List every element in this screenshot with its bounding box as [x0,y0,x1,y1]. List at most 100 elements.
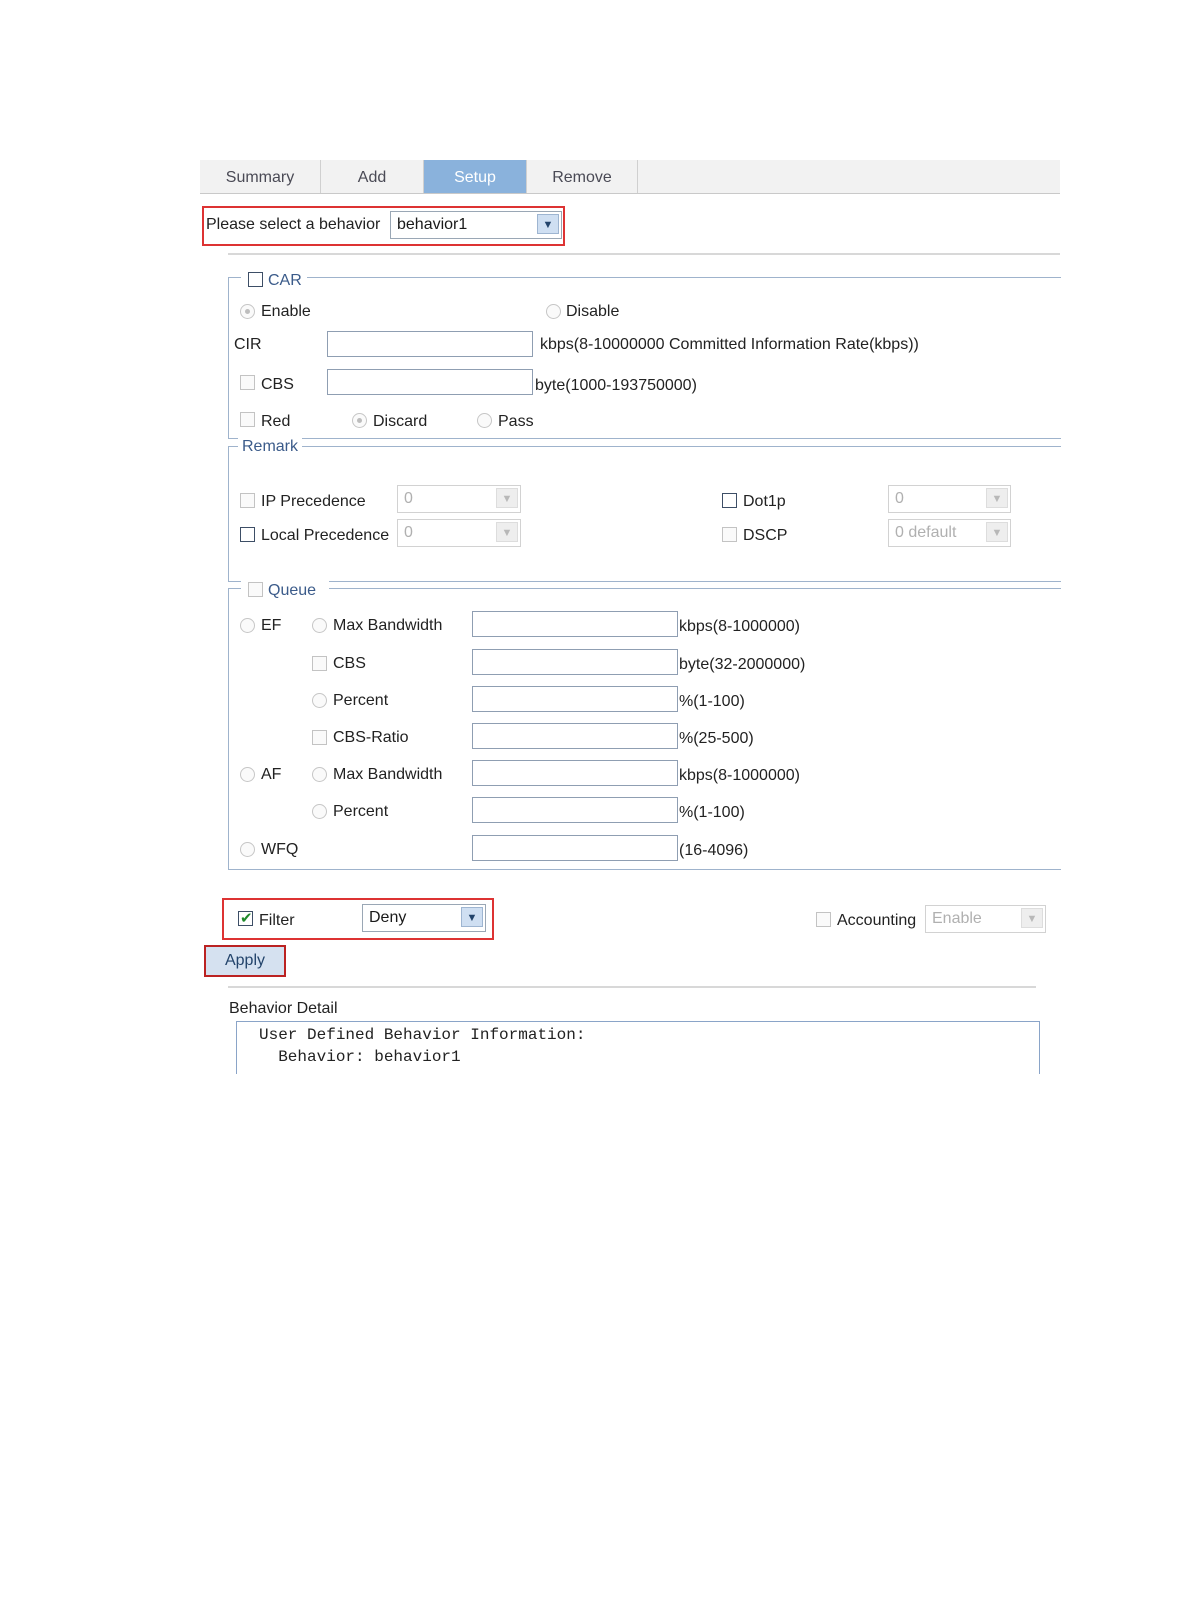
ef-cbs-ratio-checkbox[interactable] [312,730,327,745]
discard-radio[interactable] [352,413,367,428]
red-checkbox[interactable] [240,412,255,427]
dscp-select[interactable]: 0 default ▼ [888,519,1011,547]
local-precedence-select[interactable]: 0 ▼ [397,519,521,547]
apply-button[interactable]: Apply [204,945,286,977]
af-percent-hint: %(1-100) [679,804,745,821]
behavior-detail-line: Behavior: behavior1 [259,1048,461,1066]
queue-legend-label: Queue [268,582,317,599]
behavior-detail-line: User Defined Behavior Information: [259,1026,586,1044]
af-max-bandwidth-hint: kbps(8-1000000) [679,767,800,784]
ip-precedence-label: IP Precedence [261,493,366,510]
car-cbs-input[interactable] [327,369,533,395]
af-max-bandwidth-input[interactable] [472,760,678,786]
local-precedence-label: Local Precedence [261,527,390,544]
remark-legend: Remark [238,438,303,456]
ef-cbs-checkbox[interactable] [312,656,327,671]
filter-select[interactable]: Deny ▼ [362,904,486,932]
dot1p-select[interactable]: 0 ▼ [888,485,1011,513]
local-precedence-value: 0 [404,524,413,541]
chevron-down-icon[interactable]: ▼ [986,522,1008,542]
ef-cbs-ratio-hint: %(25-500) [679,730,754,747]
red-label: Red [261,413,291,430]
car-disable-label: Disable [566,303,620,320]
filter-value: Deny [369,909,407,926]
divider [228,253,1060,255]
ef-percent-radio[interactable] [312,693,327,708]
tab-summary[interactable]: Summary [200,160,321,193]
ef-label: EF [261,617,282,634]
car-disable-radio[interactable] [546,304,561,319]
dot1p-value: 0 [895,490,904,507]
filter-checkbox[interactable] [238,909,253,927]
wfq-radio[interactable] [240,842,255,857]
cir-hint: kbps(8-10000000 Committed Information Ra… [540,336,919,353]
ef-max-bandwidth-hint: kbps(8-1000000) [679,618,800,635]
accounting-value: Enable [932,910,982,927]
ef-max-bandwidth-radio[interactable] [312,618,327,633]
car-checkbox[interactable] [248,272,263,287]
behavior-select-value: behavior1 [397,216,468,233]
wfq-label: WFQ [261,841,299,858]
ef-cbs-input[interactable] [472,649,678,675]
af-percent-input[interactable] [472,797,678,823]
dot1p-label: Dot1p [743,493,786,510]
tab-bar: Summary Add Setup Remove [200,160,1060,194]
ef-radio[interactable] [240,618,255,633]
car-enable-radio[interactable] [240,304,255,319]
af-percent-label: Percent [333,803,389,820]
cir-label: CIR [234,336,262,353]
filter-label: Filter [259,912,295,929]
chevron-down-icon[interactable]: ▼ [496,488,518,508]
ip-precedence-select[interactable]: 0 ▼ [397,485,521,513]
ip-precedence-checkbox[interactable] [240,493,255,508]
ef-cbs-ratio-input[interactable] [472,723,678,749]
queue-checkbox[interactable] [248,582,263,597]
behavior-select[interactable]: behavior1 ▼ [390,211,562,239]
pass-radio[interactable] [477,413,492,428]
chevron-down-icon[interactable]: ▼ [986,488,1008,508]
ef-percent-label: Percent [333,692,389,709]
af-radio[interactable] [240,767,255,782]
car-enable-label: Enable [261,303,311,320]
dscp-checkbox[interactable] [722,527,737,542]
tab-remove[interactable]: Remove [527,160,638,193]
accounting-label: Accounting [837,912,917,929]
discard-label: Discard [373,413,428,430]
accounting-select[interactable]: Enable ▼ [925,905,1046,933]
ef-cbs-hint: byte(32-2000000) [679,656,806,673]
dscp-value: 0 default [895,524,957,541]
tab-setup[interactable]: Setup [424,160,527,193]
ef-percent-input[interactable] [472,686,678,712]
ef-cbs-label: CBS [333,655,366,672]
wfq-hint: (16-4096) [679,842,749,859]
ef-percent-hint: %(1-100) [679,693,745,710]
behavior-detail-title: Behavior Detail [229,1000,338,1017]
divider [228,986,1036,988]
chevron-down-icon[interactable]: ▼ [461,907,483,927]
ef-max-bandwidth-input[interactable] [472,611,678,637]
wfq-input[interactable] [472,835,678,861]
car-cbs-checkbox[interactable] [240,375,255,390]
af-percent-radio[interactable] [312,804,327,819]
af-max-bandwidth-label: Max Bandwidth [333,766,443,783]
chevron-down-icon[interactable]: ▼ [496,522,518,542]
cir-input[interactable] [327,331,533,357]
remark-fieldset [228,446,1061,582]
accounting-checkbox[interactable] [816,912,831,927]
behavior-detail-box: User Defined Behavior Information: Behav… [236,1021,1040,1074]
behavior-select-label: Please select a behavior [206,216,381,233]
ef-cbs-ratio-label: CBS-Ratio [333,729,409,746]
af-label: AF [261,766,282,783]
local-precedence-checkbox[interactable] [240,527,255,542]
pass-label: Pass [498,413,534,430]
chevron-down-icon[interactable]: ▼ [1021,908,1043,928]
ip-precedence-value: 0 [404,490,413,507]
dscp-label: DSCP [743,527,788,544]
car-cbs-hint: byte(1000-193750000) [535,377,697,394]
tab-add[interactable]: Add [321,160,424,193]
dot1p-checkbox[interactable] [722,493,737,508]
chevron-down-icon[interactable]: ▼ [537,214,559,234]
car-cbs-label: CBS [261,376,294,393]
car-legend-label: CAR [268,272,302,289]
af-max-bandwidth-radio[interactable] [312,767,327,782]
